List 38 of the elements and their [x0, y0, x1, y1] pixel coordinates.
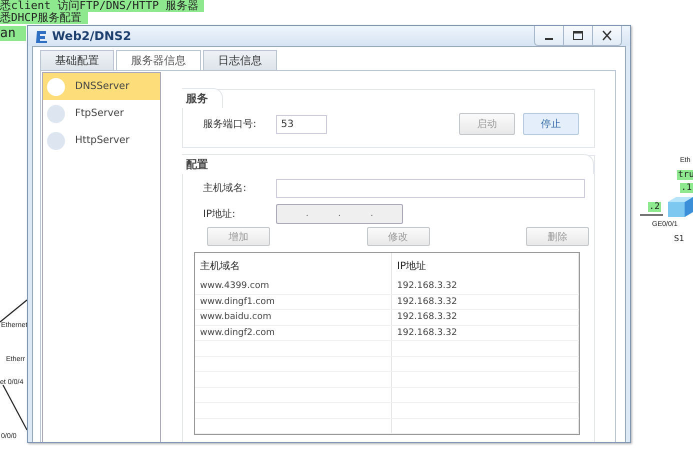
topology-note: an	[0, 26, 26, 41]
topology-note: 悉client 访问FTP/DNS/HTTP 服务器	[0, 0, 204, 12]
ip-tag: .1	[680, 183, 693, 193]
table-cell: www.baidu.com	[195, 310, 392, 324]
window-title: Web2/DNS2	[52, 29, 132, 43]
server-item[interactable]: HttpServer	[43, 127, 160, 154]
table-cell: www.4399.com	[195, 279, 392, 294]
host-label: 主机域名:	[203, 182, 248, 195]
ip-tag: tru	[677, 170, 693, 180]
server-item[interactable]: FtpServer	[43, 100, 160, 127]
tab[interactable]: 日志信息	[203, 50, 277, 70]
service-button[interactable]: 停止	[523, 113, 579, 135]
table-cell: www.dingf1.com	[195, 294, 392, 309]
device-label: S1	[674, 234, 684, 243]
table-cell: 192.168.3.32	[392, 326, 579, 340]
port-field[interactable]: 53	[276, 114, 327, 134]
port-label: 服务端口号:	[203, 118, 258, 131]
column-header: IP地址	[392, 253, 579, 279]
table-cell: 192.168.3.32	[392, 279, 579, 294]
ip-label: IP地址:	[203, 208, 236, 221]
status-dot-icon	[47, 104, 65, 122]
table-cell: 192.168.3.32	[392, 294, 579, 309]
group-title: 配置	[182, 154, 594, 174]
group-title: 服务	[182, 88, 223, 108]
topology-note: 悉DHCP服务配置	[0, 12, 88, 24]
ip-field[interactable]: . . .	[276, 204, 403, 224]
switch-icon[interactable]	[668, 197, 693, 217]
table-cell: 192.168.3.32	[392, 310, 579, 324]
app-icon	[34, 29, 48, 43]
host-field[interactable]	[276, 178, 585, 198]
table-cell: www.dingf2.com	[195, 326, 392, 340]
tab[interactable]: 基础配置	[40, 50, 114, 70]
tab[interactable]: 服务器信息	[116, 50, 201, 70]
status-dot-icon	[47, 78, 65, 96]
column-header: 主机域名	[195, 253, 392, 279]
ip-tag: .2	[648, 202, 661, 212]
status-dot-icon	[47, 132, 65, 150]
server-item[interactable]: DNSServer	[43, 73, 160, 100]
